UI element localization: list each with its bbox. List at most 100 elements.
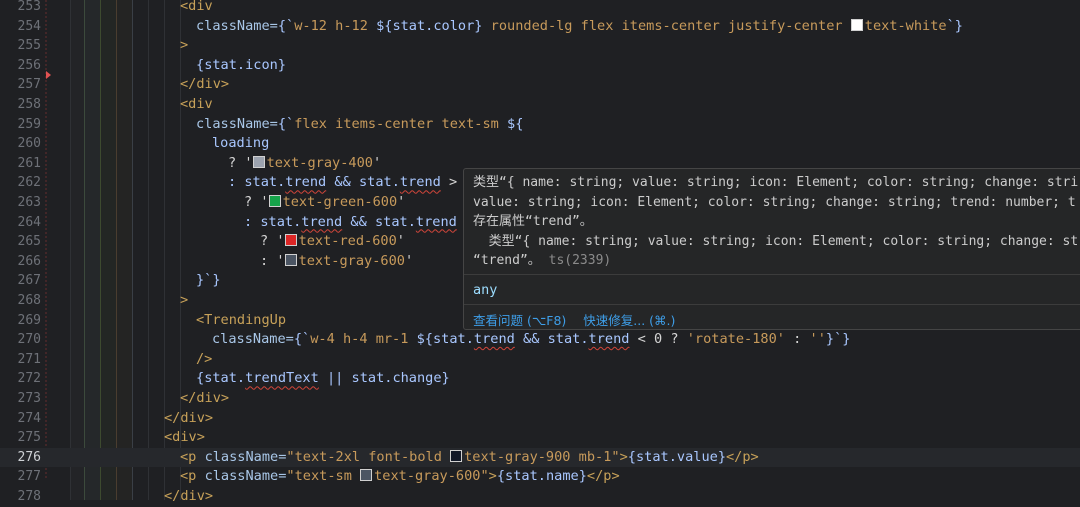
code-token: {` xyxy=(277,115,295,132)
code-line[interactable]: 260 loading xyxy=(0,134,1080,154)
code-line[interactable]: 278 </div> xyxy=(0,487,1080,507)
code-text: ? ' text-green-600' xyxy=(244,193,405,213)
hover-tooltip[interactable]: 类型“{ name: string; value: string; icon: … xyxy=(463,168,1080,330)
code-text: {stat.trendText || stat.change} xyxy=(196,369,450,389)
code-token: text-gray-600" xyxy=(374,468,489,485)
code-token: <div xyxy=(180,96,213,112)
code-line[interactable]: 272 {stat.trendText || stat.change} xyxy=(0,369,1080,389)
line-number: 268 xyxy=(17,293,41,308)
error-token: trend xyxy=(415,213,457,230)
color-swatch[interactable] xyxy=(268,195,281,207)
code-line[interactable]: 254 className={`w-12 h-12 ${stat.color} r… xyxy=(0,17,1080,37)
hover-actions: 查看问题 (⌥F8) 快速修复... (⌘.) xyxy=(473,310,692,329)
code-text: {stat.icon} xyxy=(196,56,286,76)
code-line[interactable]: 258 <div xyxy=(0,95,1080,115)
error-token: trend xyxy=(301,213,343,230)
line-number: 276 xyxy=(17,449,41,465)
hover-message: 类型“{ name: string; value: string; icon: … xyxy=(464,169,1080,271)
code-token: : ' xyxy=(260,252,285,269)
line-number: 254 xyxy=(17,18,41,34)
code-line[interactable]: 253 <div xyxy=(0,0,1080,17)
code-text: ? ' text-gray-400' xyxy=(228,154,381,174)
code-token: ${ xyxy=(376,17,393,34)
code-token: <div> xyxy=(164,429,205,446)
color-swatch[interactable] xyxy=(252,155,265,168)
code-line[interactable]: 255 > xyxy=(0,36,1080,56)
line-number: 255 xyxy=(17,38,41,54)
code-token: text-gray-600 xyxy=(298,252,405,269)
code-token: </p> xyxy=(726,448,759,465)
code-token: /> xyxy=(196,350,213,367)
code-token: && stat. xyxy=(326,174,400,191)
code-editor[interactable]: 253 <div 254 className={`w-12 h-12 ${stat.c… xyxy=(0,0,1080,504)
code-line[interactable]: 276 <p className="text-2xl font-bold text… xyxy=(0,447,1080,468)
error-token: trend xyxy=(588,331,630,348)
color-swatch[interactable] xyxy=(850,18,863,31)
code-token: ' xyxy=(396,233,405,250)
code-token: </div> xyxy=(180,390,230,406)
code-text: </div> xyxy=(180,75,229,95)
code-token: : xyxy=(784,331,810,348)
code-token: text-white xyxy=(864,17,947,34)
code-token: </div> xyxy=(164,488,214,504)
code-line[interactable]: 256 {stat.icon} xyxy=(0,56,1080,76)
code-token: { xyxy=(196,56,205,73)
code-token: text-gray-400 xyxy=(266,154,373,171)
view-problem-link[interactable]: 查看问题 (⌥F8) xyxy=(473,313,566,328)
code-text: </div> xyxy=(164,487,213,507)
line-number: 264 xyxy=(17,214,41,230)
code-token: className= xyxy=(212,331,294,348)
code-line[interactable]: 270 className={`w-4 h-4 mr-1 ${stat.trend… xyxy=(0,330,1080,350)
line-number: 260 xyxy=(17,136,41,152)
code-line[interactable]: 271 /> xyxy=(0,350,1080,370)
code-token: stat.value xyxy=(635,448,718,465)
code-token: ' xyxy=(372,154,382,171)
code-text: /> xyxy=(196,350,212,370)
color-swatch[interactable] xyxy=(284,234,297,247)
code-token: { xyxy=(627,448,636,465)
hover-line: value: string; icon: Element; color: str… xyxy=(473,194,1076,210)
code-line[interactable]: 274 </div> xyxy=(0,409,1080,429)
code-token: text-red-600 xyxy=(298,233,397,250)
code-line[interactable]: 259 className={`flex items-center text-sm… xyxy=(0,115,1080,135)
divider xyxy=(464,304,1080,305)
code-line[interactable]: 275 <div> xyxy=(0,428,1080,448)
line-number: 269 xyxy=(17,312,41,328)
code-token: ' xyxy=(397,194,406,210)
code-token: > xyxy=(488,468,497,485)
code-token: <p xyxy=(180,468,205,485)
line-number: 270 xyxy=(17,332,41,348)
code-line[interactable]: 277 <p className="text-sm text-gray-600">… xyxy=(0,467,1080,487)
color-swatch[interactable] xyxy=(284,253,297,266)
line-number: 261 xyxy=(17,155,41,171)
line-number: 258 xyxy=(17,97,41,112)
code-text: <p className="text-2xl font-bold text-gr… xyxy=(180,448,759,468)
code-token: ' xyxy=(404,252,414,269)
code-line[interactable]: 273 </div> xyxy=(0,389,1080,409)
quick-fix-link[interactable]: 快速修复... (⌘.) xyxy=(583,313,675,328)
code-token: w-4 h-4 mr-1 xyxy=(310,331,417,348)
code-token: < 0 ? xyxy=(629,331,687,348)
code-token: > xyxy=(180,292,189,308)
code-token: ${ xyxy=(416,331,433,348)
code-token: } xyxy=(277,56,287,73)
code-token: {` xyxy=(277,17,295,34)
code-text: > xyxy=(180,291,188,311)
color-swatch[interactable] xyxy=(360,469,373,482)
line-number: 272 xyxy=(17,371,41,387)
code-line[interactable]: 257 </div> xyxy=(0,75,1080,95)
code-token: <div xyxy=(180,0,213,14)
line-number: 256 xyxy=(17,57,41,73)
code-text: : ' text-gray-600' xyxy=(260,252,413,272)
code-text: <div xyxy=(180,0,213,17)
code-token: }`} xyxy=(825,331,851,348)
code-token: className= xyxy=(204,448,287,465)
code-text: <p className="text-sm text-gray-600">{st… xyxy=(180,467,620,487)
color-swatch[interactable] xyxy=(450,449,463,462)
code-token: } xyxy=(578,468,587,485)
code-token: && stat. xyxy=(342,213,416,230)
code-text: className={`flex items-center text-sm ${ xyxy=(196,115,523,135)
code-token: loading xyxy=(212,135,270,152)
hover-line: 类型“{ name: string; value: string; icon: … xyxy=(473,233,1079,249)
code-token: ${ xyxy=(507,115,524,132)
